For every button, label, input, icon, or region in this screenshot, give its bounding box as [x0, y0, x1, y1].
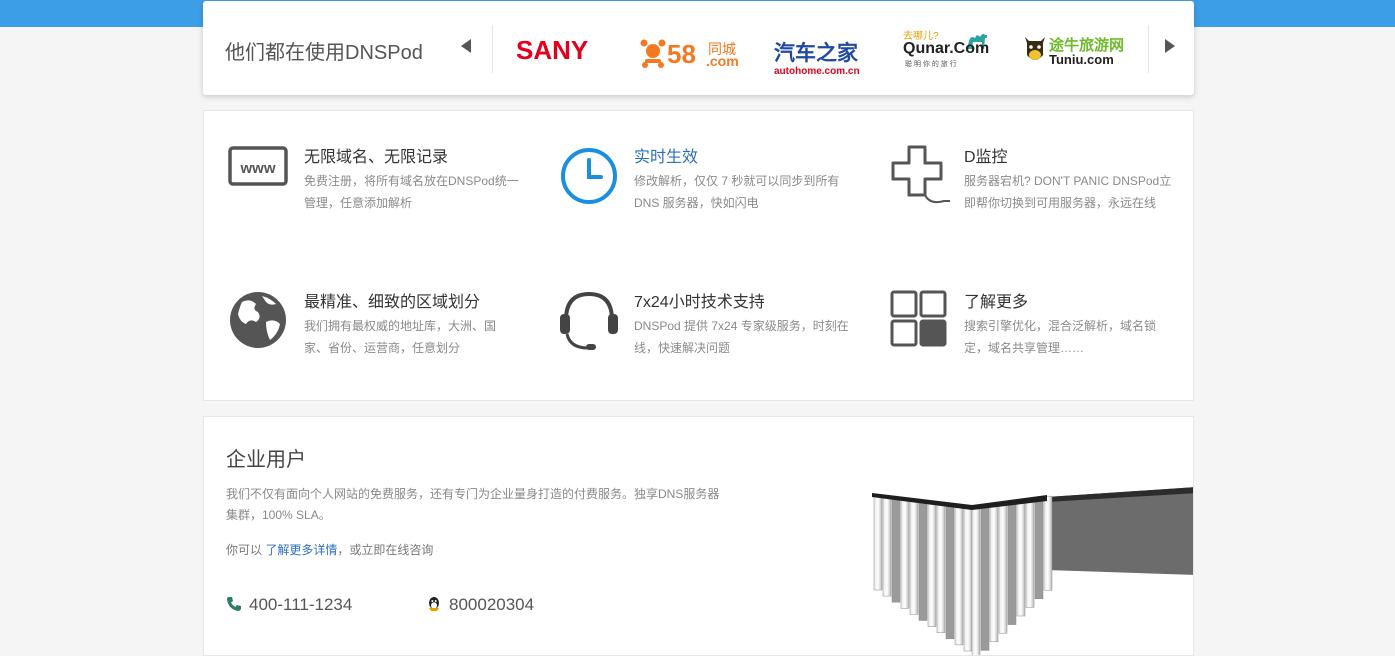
server-rack: [927, 501, 937, 627]
server-rack: [1043, 495, 1053, 591]
logo-autohome-en: autohome.com.cn: [774, 66, 860, 77]
logo-qunar[interactable]: 去哪儿? Qunar.Com 聪 明 你 的 旅 行: [903, 27, 993, 71]
server-rack-illustration: [872, 487, 1193, 655]
feature-title: D监控: [964, 149, 1008, 166]
svg-text:www: www: [239, 160, 275, 177]
server-rack: [945, 503, 955, 640]
feature-desc: DNSPod 提供 7x24 专家级服务，时刻在线，快速解决问题: [634, 319, 849, 355]
logo-sany-text: SANY: [516, 35, 589, 65]
phone-number: 400-111-1234: [249, 595, 353, 614]
logo-58[interactable]: 58 同城 .com: [640, 37, 740, 71]
feature-title[interactable]: 实时生效: [634, 143, 698, 167]
feature-title: 最精准、细致的区域划分: [304, 294, 481, 311]
logo-tuniu-en: Tuniu.com: [1049, 52, 1114, 67]
partners-carousel: 他们都在使用DNSPod SANY 58 同城 .com 汽车之家 autoho…: [203, 1, 1194, 95]
feature-monitor: D监控 服务器宕机? DON'T PANIC DNSPod立即帮你切换到可用服务…: [888, 143, 1188, 253]
feature-desc: 修改解析，仅仅 7 秒就可以同步到所有 DNS 服务器，快如闪电: [634, 174, 840, 210]
server-row-back: [1047, 487, 1193, 575]
logo-sany[interactable]: SANY: [516, 35, 588, 66]
server-rack: [989, 505, 999, 643]
features-panel: www 无限域名、无限记录 免费注册，将所有域名放在DNSPod统一管理，任意添…: [203, 110, 1194, 401]
server-rack: [954, 504, 964, 646]
feature-desc: 服务器宕机? DON'T PANIC DNSPod立即帮你切换到可用服务器，永远…: [964, 174, 1172, 210]
feature-desc: 搜索引擎优化，混合泛解析，域名锁定，域名共享管理……: [964, 319, 1157, 355]
qq-contact[interactable]: 800020304: [426, 595, 534, 617]
feature-support: 7x24小时技术支持 DNSPod 提供 7x24 专家级服务，时刻在线，快速解…: [558, 288, 858, 398]
enterprise-desc: 我们不仅有面向个人网站的免费服务，还有专门为企业量身打造的付费服务。独享DNS服…: [226, 487, 720, 522]
divider: [492, 25, 493, 73]
logo-qunar-text: Qunar.Com: [903, 40, 990, 57]
server-rack: [1025, 499, 1035, 608]
logo-autohome-cn: 汽车之家: [774, 42, 858, 65]
grid-icon: [890, 290, 947, 347]
headset-icon: [560, 291, 618, 350]
enterprise-title: 企业用户: [226, 449, 306, 471]
server-row-front: [873, 494, 1053, 655]
partners-title: 他们都在使用DNSPod: [225, 42, 423, 64]
server-rack: [971, 508, 981, 655]
feature-region: 最精准、细致的区域划分 我们拥有最权威的地址库，大洲、国家、省份、运营商，任意划…: [228, 288, 528, 398]
feature-desc: 我们拥有最权威的地址库，大洲、国家、省份、运营商，任意划分: [304, 319, 497, 355]
server-rack: [936, 502, 946, 633]
enterprise-more: 你可以 了解更多详情，或立即在线咨询: [226, 541, 433, 558]
server-rack: [882, 495, 892, 597]
server-rack: [909, 499, 919, 615]
monitor-cross-icon: [891, 145, 950, 204]
server-rack: [1016, 500, 1026, 617]
clock-icon: [561, 148, 617, 204]
enterprise-panel: 企业用户 我们不仅有面向个人网站的免费服务，还有专门为企业量身打造的付费服务。独…: [203, 416, 1194, 656]
carousel-prev-arrow[interactable]: [461, 39, 471, 53]
server-rack: [873, 494, 883, 591]
server-rack: [998, 503, 1008, 634]
logo-qunar-slogan: 聪 明 你 的 旅 行: [905, 61, 957, 68]
phone-icon: [227, 597, 241, 611]
server-rack: [891, 496, 901, 603]
divider: [1148, 25, 1149, 73]
feature-unlimited-domains: www 无限域名、无限记录 免费注册，将所有域名放在DNSPod统一管理，任意添…: [228, 143, 528, 253]
more-prefix: 你可以: [226, 543, 263, 557]
feature-more: 了解更多 搜索引擎优化，混合泛解析，域名锁定，域名共享管理……: [888, 288, 1188, 398]
feature-realtime: 实时生效 修改解析，仅仅 7 秒就可以同步到所有 DNS 服务器，快如闪电: [558, 143, 858, 253]
server-rack: [918, 500, 928, 621]
qq-penguin-icon: [429, 597, 439, 611]
feature-title[interactable]: 了解更多: [964, 288, 1028, 312]
logo-58-number: 58: [667, 39, 696, 69]
more-suffix: ，或立即在线咨询: [337, 543, 434, 557]
globe-icon: [230, 292, 286, 348]
logo-58-domain: .com: [706, 53, 739, 69]
cow-icon: [1025, 37, 1045, 60]
qq-number: 800020304: [449, 595, 535, 614]
carousel-next-arrow[interactable]: [1165, 39, 1175, 53]
server-rack: [963, 505, 973, 652]
logo-tuniu[interactable]: 途牛旅游网 Tuniu.com: [1023, 33, 1124, 69]
server-rack: [900, 498, 910, 609]
server-rack: [1034, 497, 1044, 600]
phone-contact: 400-111-1234: [226, 595, 352, 617]
server-rack: [980, 507, 990, 651]
58-mascot-icon: [640, 39, 666, 68]
logo-autohome[interactable]: 汽车之家 autohome.com.cn: [774, 37, 869, 77]
www-icon: www: [228, 146, 288, 186]
learn-more-link[interactable]: 了解更多详情: [265, 543, 337, 557]
feature-title: 7x24小时技术支持: [634, 294, 765, 311]
server-rack: [1007, 502, 1017, 625]
feature-desc: 免费注册，将所有域名放在DNSPod统一管理，任意添加解析: [304, 174, 519, 210]
feature-title: 无限域名、无限记录: [304, 149, 449, 166]
